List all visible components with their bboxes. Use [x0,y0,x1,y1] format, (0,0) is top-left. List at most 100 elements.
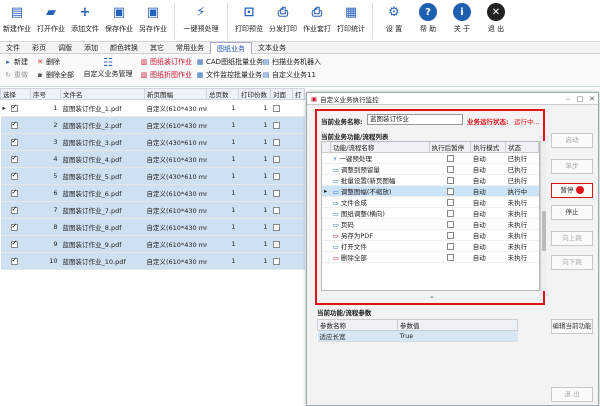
toolbar-button-7[interactable]: ⎙ 分发打印 [266,0,300,42]
delete-all-button[interactable]: ▪ 删除全部 [36,70,74,80]
duplex-checkbox[interactable] [272,257,280,265]
pause-after-checkbox[interactable] [447,154,455,162]
column-header[interactable]: 打印份数 [238,88,271,100]
table-row[interactable]: 10蓝图装订作业_10.pdf自定义(610*430 mm)11 [0,252,305,270]
pause-after-checkbox[interactable] [447,176,455,184]
business-name-field[interactable]: 蓝图装订作业 [367,114,463,125]
scan-input-button[interactable]: ▤ 扫描业务机器入 [262,57,321,67]
list-column-header[interactable] [322,142,332,153]
toolbar-button-0[interactable]: ▤ 新建作业 [0,0,34,42]
table-row[interactable]: 5蓝图装订作业_5.pdf自定义(430*610 mm)11 [0,167,305,185]
maximize-icon[interactable]: □ [574,95,586,103]
pause-after-checkbox[interactable] [447,231,455,239]
list-column-header[interactable]: 功能/流程名称 [330,142,430,153]
param-row[interactable]: 适应长宽 True [317,330,518,342]
cad-batch-button[interactable]: ▦ CAD图纸批量业务 [196,57,263,67]
row-checkbox[interactable] [10,256,18,265]
jump-down-button[interactable]: 向下跳 [551,255,593,270]
stop-button[interactable]: 停止 [551,205,593,220]
pause-after-checkbox[interactable] [447,187,455,195]
chevron-down-icon[interactable]: ⌄ [429,292,435,300]
toolbar-button-12[interactable]: i 关 于 [445,0,479,42]
toolbar-button-11[interactable]: ? 帮 助 [411,0,445,42]
function-row[interactable]: ⚡ 一键预处理 自动 已执行 [322,152,539,164]
tab-1[interactable]: 彩页 [26,42,52,54]
toolbar-button-10[interactable]: ⚙ 设 置 [377,0,411,42]
tab-2[interactable]: 调版 [52,42,78,54]
table-row[interactable]: 2蓝图装订作业_2.pdf自定义(610*430 mm)11 [0,116,305,134]
column-header[interactable]: 总页数 [206,88,239,100]
function-row[interactable]: ▭ 文件合成 自动 未执行 [322,196,539,208]
column-header[interactable]: 新页图幅 [144,88,207,100]
toolbar-button-3[interactable]: ▣ 保存作业 [102,0,136,42]
row-checkbox[interactable] [10,171,18,180]
pause-button[interactable]: 暂停 [551,183,593,198]
duplex-checkbox[interactable] [272,189,280,197]
function-row[interactable]: ▭ 删除全部 自动 未执行 [322,251,539,263]
duplex-checkbox[interactable] [272,223,280,231]
tab-6[interactable]: 常用业务 [170,42,210,54]
row-checkbox[interactable] [10,222,18,231]
param-value[interactable]: True [397,330,518,342]
list-scrollbar[interactable] [540,141,546,291]
tab-4[interactable]: 颜色转换 [104,42,144,54]
function-row[interactable]: ▭ 图纸调整(横向) 自动 未执行 [322,207,539,219]
list-column-header[interactable]: 状态 [505,142,539,153]
row-checkbox[interactable] [10,120,18,129]
duplex-checkbox[interactable] [272,104,280,112]
row-checkbox[interactable] [10,188,18,197]
toolbar-button-8[interactable]: ⎙ 作业套打 [300,0,334,42]
row-checkbox[interactable] [10,154,18,163]
function-row[interactable]: ▭ 页码 自动 未执行 [322,218,539,230]
function-row[interactable]: ▭ 批量设置(新页图幅 自动 已执行 [322,174,539,186]
duplex-checkbox[interactable] [272,121,280,129]
close-icon[interactable]: ✕ [586,95,598,103]
edit-function-button[interactable]: 编辑当前功能 [551,319,593,334]
jump-up-button[interactable]: 向上跳 [551,231,593,246]
column-header[interactable]: 打 [292,88,305,100]
function-row[interactable]: ▭ 打开文件 自动 未执行 [322,240,539,252]
pause-after-checkbox[interactable] [447,242,455,250]
column-header[interactable]: 选择 [0,88,31,100]
column-header[interactable]: 序号 [30,88,61,100]
start-button[interactable]: 启动 [551,133,593,148]
exit-button[interactable]: 退 出 [551,387,593,402]
table-row[interactable]: ▸1蓝图装订作业_1.pdf自定义(610*430 mm)11 [0,99,305,117]
toolbar-button-2[interactable]: + 添加文件 [68,0,102,42]
toolbar-button-6[interactable]: ⊡ 打印预览 [232,0,266,42]
function-row[interactable]: ▭ 另存为PDF 自动 未执行 [322,229,539,241]
toolbar-button-9[interactable]: ▦ 打印统计 [334,0,368,42]
new-button[interactable]: ▸ 新建 [4,57,28,67]
tab-5[interactable]: 其它 [144,42,170,54]
row-checkbox[interactable] [10,137,18,146]
minimize-icon[interactable]: – [562,95,574,103]
table-row[interactable]: 6蓝图装订作业_6.pdf自定义(610*430 mm)11 [0,184,305,202]
duplex-checkbox[interactable] [272,138,280,146]
toolbar-button-13[interactable]: ✕ 退 出 [479,0,513,42]
row-checkbox[interactable] [10,205,18,214]
bind-job-button[interactable]: ▥ 图纸装订作业 [140,57,192,67]
tab-0[interactable]: 文件 [0,42,26,54]
pause-after-checkbox[interactable] [447,209,455,217]
table-row[interactable]: 3蓝图装订作业_3.pdf自定义(430*610 mm)11 [0,133,305,151]
table-row[interactable]: 4蓝图装订作业_4.pdf自定义(610*430 mm)11 [0,150,305,168]
toolbar-button-1[interactable]: ▰ 打开作业 [34,0,68,42]
fold-job-button[interactable]: ▥ 图纸折图作业 [140,70,192,80]
table-row[interactable]: 9蓝图装订作业_9.pdf自定义(610*430 mm)11 [0,235,305,253]
column-header[interactable]: 对面 [270,88,293,100]
duplex-checkbox[interactable] [272,240,280,248]
pause-after-checkbox[interactable] [447,198,455,206]
table-row[interactable]: 8蓝图装订作业_8.pdf自定义(610*430 mm)11 [0,218,305,236]
toolbar-button-4[interactable]: ▣ 另存作业 [136,0,170,42]
custom-business-manager-button[interactable]: ☷ 自定义业务管理 [84,56,133,79]
file-monitor-button[interactable]: ▦ 文件监控批量业务 [196,70,262,80]
custom11-button[interactable]: ▤ 自定义业务11 [262,70,316,80]
column-header[interactable]: 文件名 [60,88,145,100]
duplex-checkbox[interactable] [272,155,280,163]
delete-button[interactable]: ✕ 删除 [36,57,60,67]
step-button[interactable]: 单步 [551,159,593,174]
row-checkbox[interactable] [10,239,18,248]
function-row[interactable]: ▭ 调整到预留量 自动 已执行 [322,163,539,175]
row-checkbox[interactable] [10,103,18,112]
pause-after-checkbox[interactable] [447,220,455,228]
